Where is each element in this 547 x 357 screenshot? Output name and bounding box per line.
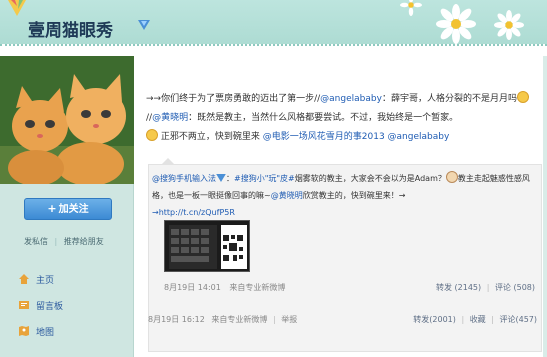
sidebar-nav: 主页 留言板 地图 [18,266,63,344]
map-icon [19,326,29,336]
profile-banner: 壹周猫眼秀 [0,0,547,56]
quote-text-segment: ： [226,174,234,183]
feed-main: →→你们终于为了票房勇敢的迈出了第一步//@angelababy：薛宇哥，人格分… [134,56,547,357]
kittens-avatar-image [0,56,134,184]
follow-button-label: 加关注 [58,204,89,215]
post-source[interactable]: 专业新微博 [227,315,267,324]
sidebar-action-links: 发私信 | 推荐给朋友 [24,236,108,247]
source-prefix: 来自 [229,283,246,292]
daisy-decoration-icon [400,0,422,16]
banner-wave-divider [0,44,547,56]
sidebar-item-label: 主页 [36,275,55,286]
sidebar-item-message-board[interactable]: 留言板 [18,292,63,318]
post-meta: 8月19日 16:12 来自专业新微博 | 举报 [148,314,297,325]
message-board-icon [19,301,29,309]
vip-verified-icon [138,20,150,30]
link-separator: | [54,237,58,246]
quoted-repost-link[interactable]: 转发 (2145) [436,283,481,292]
action-separator: | [461,315,465,324]
follow-button[interactable]: + 加关注 [24,198,112,220]
mention-link[interactable]: @黄晓明 [271,191,303,200]
sidebar-item-home[interactable]: 主页 [18,266,63,292]
recommend-to-friends-link[interactable]: 推荐给朋友 [64,237,104,246]
sidebar-item-label: 留言板 [36,301,64,312]
arrow-text: →→ [146,94,162,104]
avatar[interactable] [0,56,134,184]
topic-link[interactable]: @电影一场风花雪月的事2013 [263,132,385,142]
right-edge-border [543,56,547,357]
quoted-post-text: @搜狗手机输入法 ：#搜狗小"玩"皮#烟雾软的教主，大家会不会以为是Adam？ 教主… [152,170,538,221]
quoted-comment-link[interactable]: 评论 (508) [495,283,535,292]
vip-verified-icon [216,174,226,182]
action-separator: | [272,315,276,324]
post-date[interactable]: 8月19日 16:12 [148,315,205,324]
post-text-segment: 你们终于为了票房勇敢的迈出了第一步// [161,94,321,104]
daisy-decoration-icon [494,10,524,40]
quoted-post-actions: 转发 (2145) | 评论 (508) [436,282,535,293]
keyboard-screenshot-image [165,221,249,271]
mention-link[interactable]: @angelababy [388,132,450,142]
face-emoji-icon [445,171,458,183]
profile-sidebar: + 加关注 发私信 | 推荐给朋友 主页 留言板 地图 [0,56,134,357]
short-url-link[interactable]: →http://t.cn/zQufP5R [152,208,235,217]
quoted-post-meta: 8月19日 14:01 来自专业新微博 [164,282,285,293]
party-hat-icon [8,0,26,16]
action-separator: | [486,283,490,292]
plus-icon: + [47,202,57,215]
quoted-author-link[interactable]: @搜狗手机输入法 [152,174,216,183]
report-link[interactable]: 举报 [281,315,297,324]
topic-link[interactable]: #搜狗小"玩"皮# [234,174,295,183]
source-prefix: 来自 [211,315,228,324]
mention-link[interactable]: @angelababy [320,94,382,104]
repost-link[interactable]: 转发(2001) [413,315,456,324]
post-text-segment: ：既然是教主，当然什么风格都要尝试。不过，我始终是一个暂家。 [188,113,459,123]
quoted-post-source[interactable]: 专业新微博 [245,283,285,292]
daisy-decoration-icon [436,4,476,44]
page-title: 壹周猫眼秀 [28,21,113,41]
quoted-post-date[interactable]: 8月19日 14:01 [164,283,221,292]
favorite-link[interactable]: 收藏 [470,315,486,324]
post-text: →→你们终于为了票房勇敢的迈出了第一步//@angelababy：薛宇哥，人格分… [146,90,542,147]
comment-link[interactable]: 评论(457) [499,315,537,324]
sidebar-item-map[interactable]: 地图 [18,318,63,344]
quote-text-segment: 欣赏教主的，快到碗里来！→ [302,191,406,200]
quoted-image-thumbnail[interactable] [164,220,250,272]
send-private-message-link[interactable]: 发私信 [24,237,48,246]
home-icon [19,274,29,284]
cool-sunglasses-emoji-icon [146,129,158,141]
sidebar-item-label: 地图 [36,327,55,338]
post-text-segment: 正邪不两立，快到碗里来 [160,132,260,142]
quote-text-segment: 烟雾软的教主，大家会不会以为是Adam？ [294,174,446,183]
post-actions: 转发(2001) | 收藏 | 评论(457) [413,314,537,325]
mention-link[interactable]: @黄晓明 [152,113,188,123]
post-text-segment: ：薛宇哥，人格分裂的不是月月吗 [381,94,517,104]
thinking-emoji-icon [516,91,529,103]
action-separator: | [491,315,494,324]
